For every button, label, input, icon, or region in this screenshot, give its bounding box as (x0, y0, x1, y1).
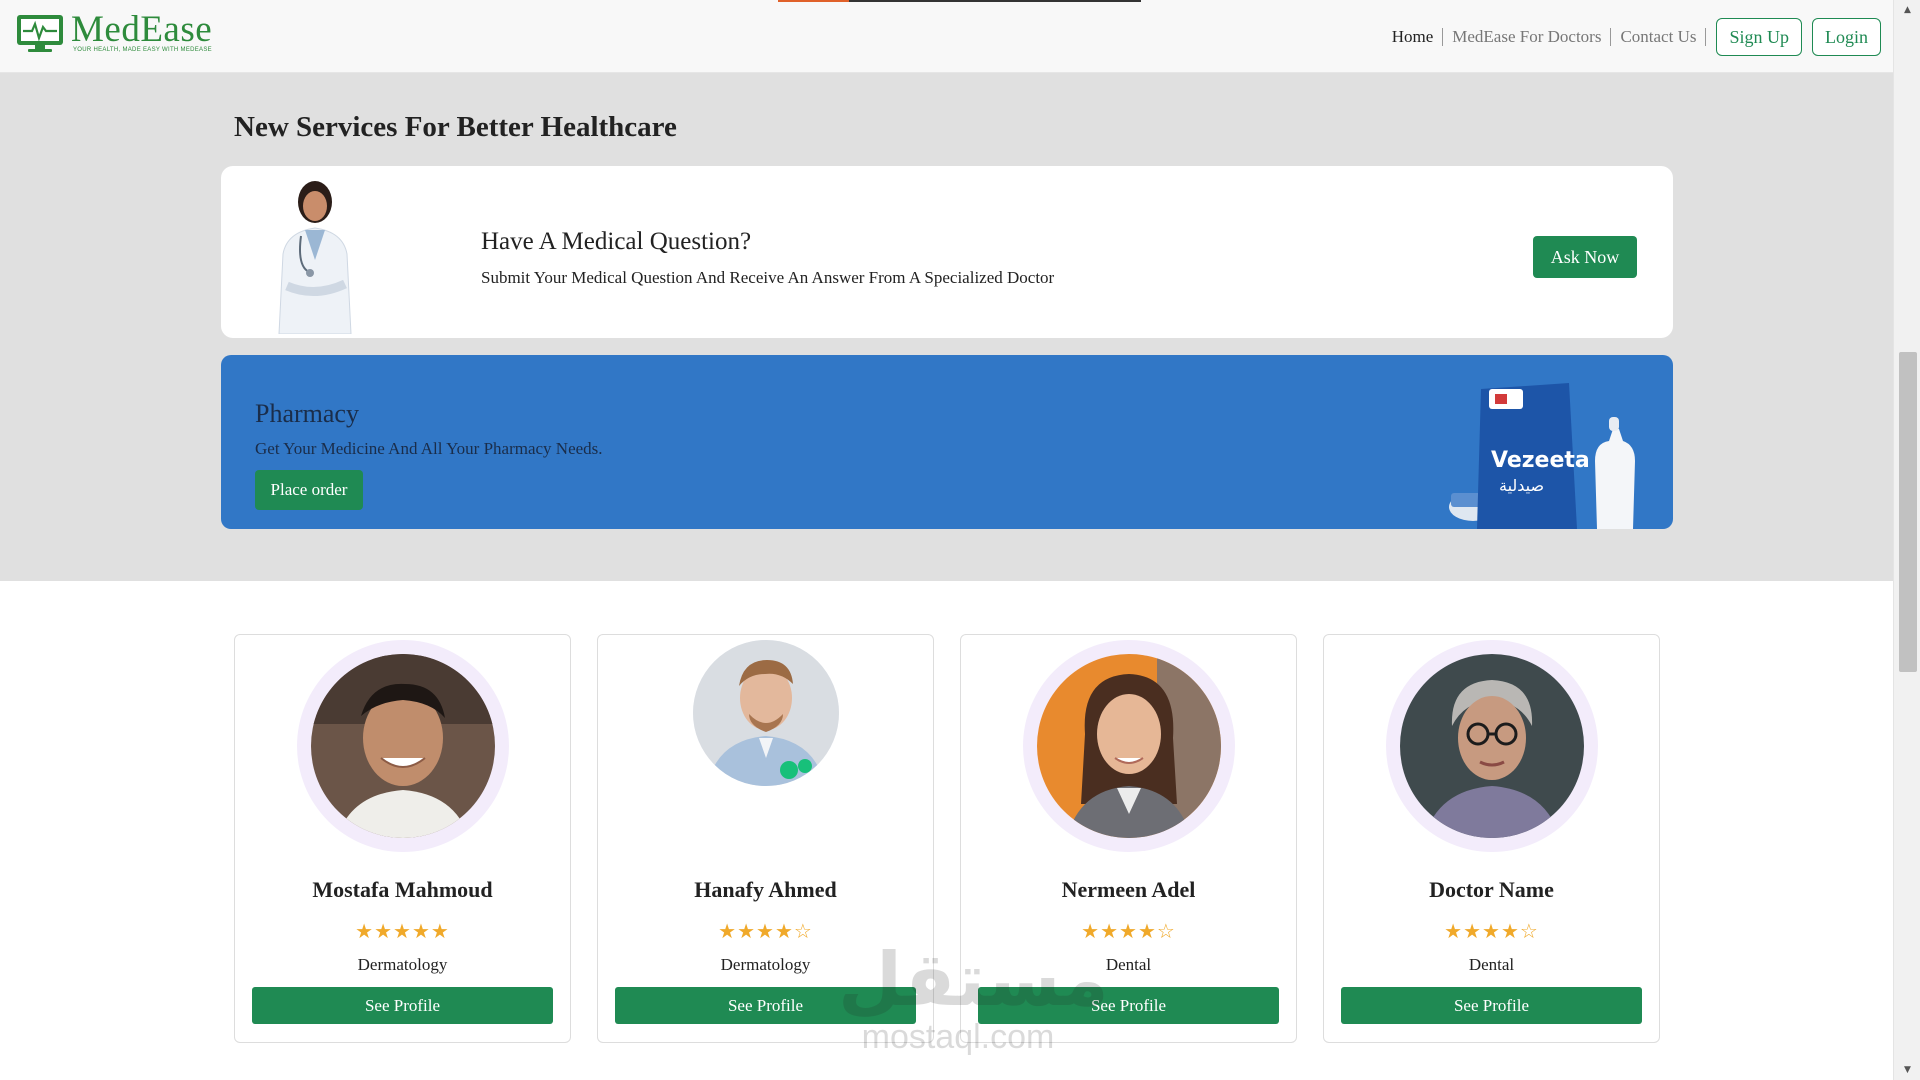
doctor-rating-stars: ★★★★☆ (1444, 919, 1539, 943)
pharmacy-subtitle: Get Your Medicine And All Your Pharmacy … (255, 439, 603, 458)
pharmacy-brand-text: Vezeeta (1491, 448, 1590, 473)
avatar-ring (692, 640, 839, 786)
pharmacy-title: Pharmacy (255, 399, 359, 428)
female-doctor-illustration (278, 181, 352, 334)
doctor-avatar (692, 640, 839, 786)
nav-home[interactable]: Home (1383, 27, 1443, 47)
see-profile-button[interactable]: See Profile (978, 987, 1279, 1024)
doctor-avatar (1036, 654, 1221, 838)
nav-medease-for-doctors[interactable]: MedEase For Doctors (1443, 27, 1610, 47)
signup-button[interactable]: Sign Up (1716, 18, 1802, 56)
pharmacy-arabic-text: صيدلية (1499, 476, 1544, 495)
doctor-rating-stars: ★★★★★ (355, 919, 450, 943)
main-nav: Home MedEase For Doctors Contact Us Sign… (1383, 18, 1881, 56)
doctor-specialty: Dental (1105, 955, 1152, 974)
doctor-avatar (310, 654, 495, 838)
see-profile-button[interactable]: See Profile (615, 987, 916, 1024)
doctor-card: Nermeen Adel ★★★★☆ Dental See Profile (960, 634, 1297, 1043)
doctor-name: Mostafa Mahmoud (312, 877, 493, 902)
ask-now-button[interactable]: Ask Now (1533, 236, 1637, 278)
doctor-card: Mostafa Mahmoud ★★★★★ Dermatology See Pr… (234, 634, 571, 1043)
section-title: New Services For Better Healthcare (234, 111, 677, 143)
login-button[interactable]: Login (1812, 18, 1881, 56)
top-navbar: MedEase YOUR HEALTH, MADE EASY WITH MEDE… (0, 0, 1893, 73)
logo[interactable]: MedEase YOUR HEALTH, MADE EASY WITH MEDE… (15, 9, 213, 54)
see-profile-button[interactable]: See Profile (252, 987, 553, 1024)
medical-question-card: Have A Medical Question? Submit Your Med… (221, 166, 1673, 338)
logo-name: MedEase (71, 9, 213, 50)
doctor-card: Doctor Name ★★★★☆ Dental See Profile (1323, 634, 1660, 1043)
doctor-name: Nermeen Adel (1061, 877, 1196, 902)
page-progress-bar (778, 0, 1141, 2)
scroll-down-arrow-icon[interactable]: ▼ (1894, 1062, 1920, 1078)
see-profile-button[interactable]: See Profile (1341, 987, 1642, 1024)
avatar-ring (1022, 640, 1235, 852)
doctor-rating-stars: ★★★★☆ (1081, 919, 1176, 943)
pharmacy-banner: Pharmacy Get Your Medicine And All Your … (221, 355, 1673, 529)
question-subtitle: Submit Your Medical Question And Receive… (481, 268, 1055, 287)
doctor-rating-stars: ★★★★☆ (718, 919, 813, 943)
doctor-name: Doctor Name (1429, 877, 1554, 902)
doctor-specialty: Dermatology (357, 955, 448, 974)
avatar-ring (1385, 640, 1598, 852)
page-scrollbar[interactable]: ▲ ▼ (1893, 0, 1920, 1080)
doctor-avatar (1399, 654, 1584, 838)
avatar-ring (296, 640, 509, 852)
logo-tagline: YOUR HEALTH, MADE EASY WITH MEDEASE (73, 47, 212, 53)
doctor-card: Hanafy Ahmed ★★★★☆ Dermatology See Profi… (597, 634, 934, 1043)
doctor-name: Hanafy Ahmed (694, 877, 837, 902)
scrollbar-thumb[interactable] (1899, 352, 1917, 672)
online-status-dot (780, 761, 798, 779)
doctor-specialty: Dental (1468, 955, 1515, 974)
nav-divider (1705, 28, 1707, 46)
place-order-button[interactable]: Place order (255, 470, 363, 510)
monitor-heartbeat-icon (17, 15, 63, 52)
pharmacy-bag-image: Vezeeta صيدلية (1449, 383, 1635, 529)
scroll-up-arrow-icon[interactable]: ▲ (1894, 2, 1920, 18)
online-status-dot (798, 759, 812, 773)
doctor-specialty: Dermatology (720, 955, 811, 974)
question-title: Have A Medical Question? (481, 228, 752, 255)
nav-contact-us[interactable]: Contact Us (1611, 27, 1705, 47)
